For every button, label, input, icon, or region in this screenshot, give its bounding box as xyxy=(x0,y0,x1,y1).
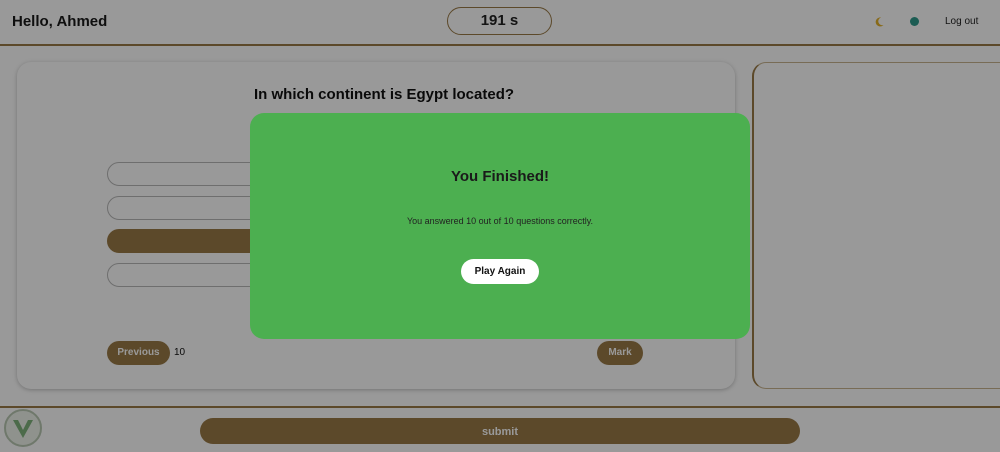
finished-modal: You Finished! You answered 10 out of 10 … xyxy=(250,113,750,339)
modal-title: You Finished! xyxy=(450,168,550,185)
modal-message: You answered 10 out of 10 questions corr… xyxy=(406,216,594,226)
play-again-button[interactable]: Play Again xyxy=(461,259,539,284)
